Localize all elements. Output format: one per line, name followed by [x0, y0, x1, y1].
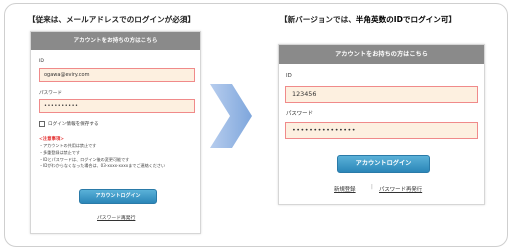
new-version-heading: 【新バージョンでは、半角英数のIDでログイン可】: [280, 14, 456, 25]
old-id-label: ID: [39, 59, 44, 64]
old-panel-title: アカウントをお持ちの方はこちら: [31, 32, 200, 50]
notes-title: <注意事項>: [39, 137, 64, 142]
old-login-panel: アカウントをお持ちの方はこちら ID ogawa@eviry.com パスワード…: [30, 31, 201, 234]
right-arrow-icon: [210, 84, 252, 148]
new-password-reissue-link[interactable]: パスワード再発行: [379, 185, 422, 193]
old-password-field[interactable]: ••••••••••: [39, 99, 195, 113]
old-id-field[interactable]: ogawa@eviry.com: [39, 68, 195, 82]
new-heading-emphasis: 半角英数のIDでログイン可: [355, 15, 449, 24]
new-id-field[interactable]: 123456: [285, 86, 478, 103]
remember-label: ログイン情報を保存する: [48, 122, 99, 127]
note-item: ・アカウントの共用は禁止です: [39, 143, 97, 148]
new-id-label: ID: [286, 73, 292, 79]
note-item: ・IDがわからなくなった場合は、03-xxxx-xxxxまでご連絡ください: [39, 163, 166, 169]
remember-checkbox[interactable]: [39, 121, 45, 127]
new-heading-prefix: 【新バージョンでは、: [280, 15, 356, 24]
link-separator: |: [371, 184, 373, 190]
old-password-label: パスワード: [39, 91, 62, 96]
new-login-button[interactable]: アカウントログイン: [337, 155, 430, 173]
old-version-heading: 【従来は、メールアドレスでのログインが必須】: [28, 15, 196, 24]
new-password-label: パスワード: [286, 111, 313, 117]
new-panel-title: アカウントをお持ちの方はこちら: [279, 45, 484, 64]
new-login-panel: アカウントをお持ちの方はこちら ID 123456 パスワード ••••••••…: [278, 44, 485, 205]
note-item: ・多重登録は禁止です: [39, 149, 80, 155]
old-login-button[interactable]: アカウントログイン: [79, 189, 157, 204]
remember-row[interactable]: ログイン情報を保存する: [39, 121, 99, 127]
notes-section: <注意事項> ・アカウントの共用は禁止です ・多重登録は禁止です ・IDとパスワ…: [39, 136, 197, 170]
old-password-reissue-link[interactable]: パスワード再発行: [97, 214, 135, 221]
register-link[interactable]: 新規登録: [334, 185, 356, 193]
new-heading-suffix: 】: [448, 15, 457, 24]
new-password-field[interactable]: •••••••••••••••: [285, 122, 478, 139]
